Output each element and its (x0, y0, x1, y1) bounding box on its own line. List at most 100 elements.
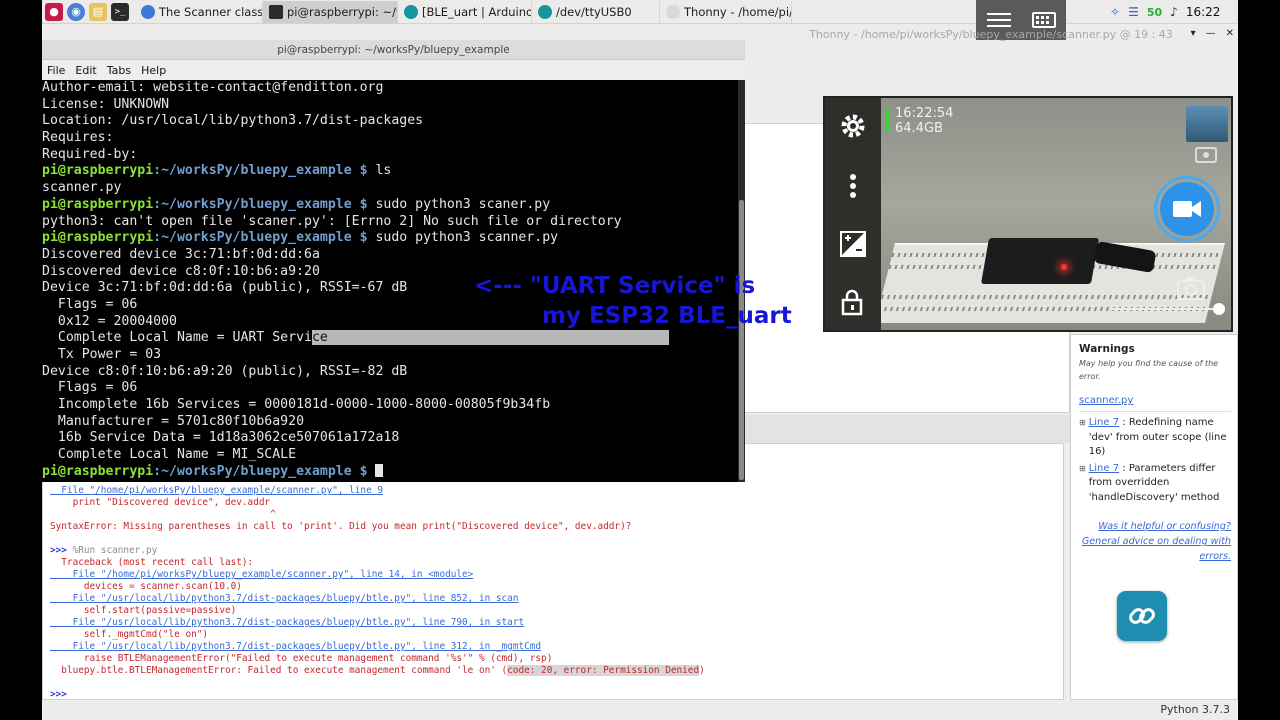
taskbar-task[interactable]: [BLE_uart | Arduino 1... (398, 0, 532, 23)
shell-prompt: >>> (50, 545, 67, 556)
chevron-down-icon[interactable]: ▾ (1191, 28, 1196, 39)
system-tray: ✧ ☰ 50 ♪ 16:22 (1110, 0, 1220, 24)
expand-icon[interactable]: ⊞ (1079, 462, 1086, 506)
taskbar-task[interactable]: The Scanner class — (135, 0, 263, 23)
traceback-file-link[interactable]: File "/usr/local/lib/python3.7/dist-pack… (50, 641, 542, 652)
taskbar-task[interactable]: pi@raspberrypi: ~/wo... (263, 0, 398, 23)
exposure-icon[interactable] (835, 226, 871, 262)
led-light (1061, 264, 1067, 270)
warnings-file-link[interactable]: scanner.py (1079, 395, 1231, 406)
error-text-tail: ) (699, 665, 705, 676)
traceback-file-link[interactable]: File "/usr/local/lib/python3.7/dist-pack… (50, 593, 519, 604)
camera-info: 16:22:54 64.4GB (885, 106, 953, 136)
terminal-title-bar[interactable]: pi@raspberrypi: ~/worksPy/bluepy_example (42, 40, 745, 60)
warning-line-link[interactable]: Line 7 (1089, 417, 1119, 428)
taskbar-task[interactable]: /dev/ttyUSB0 (532, 0, 660, 23)
output-text: scanner.py (42, 180, 122, 196)
expand-icon[interactable]: ⊞ (1079, 416, 1086, 460)
shell-line (50, 677, 1063, 689)
scrollbar-thumb[interactable] (739, 200, 744, 480)
chromium-icon (141, 4, 155, 19)
output-text: Requires: (42, 130, 114, 146)
shell-line: bluepy.btle.BTLEManagementError: Failed … (50, 665, 1063, 677)
terminal-line: Flags = 06 (42, 380, 738, 397)
esp32-board-image (980, 238, 1100, 284)
python-version[interactable]: Python 3.7.3 (1160, 703, 1230, 716)
browser-globe-icon[interactable]: ◉ (67, 2, 85, 21)
terminal-launcher-icon[interactable]: >_ (111, 2, 129, 21)
menu-item-tabs[interactable]: Tabs (107, 64, 131, 77)
advice-link[interactable]: General advice on dealing with errors. (1079, 534, 1231, 564)
thonny-shell[interactable]: File "/home/pi/worksPy/bluepy_example/sc… (42, 482, 1064, 700)
zoom-slider-handle[interactable] (1213, 303, 1225, 315)
shell-line: >>> %Run scanner.py (50, 545, 1063, 557)
error-text: Traceback (most recent call last): (50, 557, 254, 568)
prompt-path: :~/worksPy/bluepy_example $ (153, 196, 368, 212)
arduino-icon (538, 4, 552, 19)
shell-line: File "/usr/local/lib/python3.7/dist-pack… (50, 593, 1063, 605)
zoom-slider[interactable] (1111, 308, 1217, 310)
traceback-file-link[interactable]: File "/home/pi/worksPy/bluepy_example/sc… (50, 485, 383, 496)
lock-icon[interactable] (835, 284, 871, 320)
camera-overlay: 16:22:54 64.4GB (823, 96, 1233, 332)
link-app-button[interactable] (1117, 591, 1167, 641)
photo-camera-icon[interactable] (1173, 270, 1209, 306)
desktop: ● ◉ ▤ >_ The Scanner class — pi@raspberry… (42, 0, 1238, 720)
wifi-icon[interactable]: ☰ (1128, 5, 1139, 19)
shell-top-area (744, 443, 1064, 483)
feedback-link[interactable]: Was it helpful or confusing? (1079, 519, 1231, 534)
taskbar-task[interactable]: Thonny - /home/pi/... (660, 0, 792, 23)
terminal-line: Requires: (42, 130, 738, 147)
terminal-line: pi@raspberrypi:~/worksPy/bluepy_example … (42, 464, 738, 481)
file-manager-icon[interactable]: ▤ (89, 2, 107, 21)
bluetooth-icon[interactable]: ✧ (1110, 5, 1120, 19)
prompt-user: pi@raspberrypi (42, 196, 154, 212)
shell-line: ^ (50, 509, 1063, 521)
menu-item-help[interactable]: Help (141, 64, 166, 77)
warnings-subtitle: May help you find the cause of the error… (1079, 359, 1219, 381)
terminal-line: pi@raspberrypi:~/worksPy/bluepy_example … (42, 230, 738, 247)
command-text: sudo python3 scanner.py (367, 230, 559, 246)
terminal-title: pi@raspberrypi: ~/worksPy/bluepy_example (277, 43, 510, 56)
output-text: 0x12 = 20004000 (42, 313, 177, 329)
camera-storage: 64.4GB (895, 121, 943, 136)
terminal-line: Required-by: (42, 147, 738, 164)
annotation-line-1: <--- "UART Service" is (474, 273, 756, 299)
more-vertical-icon[interactable] (835, 168, 871, 204)
output-text: Discovered device 3c:71:bf:0d:dd:6a (42, 246, 320, 262)
traceback-file-link[interactable]: File "/home/pi/worksPy/bluepy_example/sc… (50, 569, 474, 580)
output-text: Author-email: website-contact@fenditton.… (42, 80, 384, 95)
terminal-line: Tx Power = 03 (42, 347, 738, 364)
settings-gear-icon[interactable] (835, 108, 871, 144)
record-button[interactable] (1154, 176, 1220, 242)
terminal-line: Manufacturer = 5701c80f10b6a920 (42, 414, 738, 431)
annotation-line-2: my ESP32 BLE_uart (542, 303, 792, 329)
volume-icon[interactable]: ♪ (1170, 5, 1178, 19)
gallery-thumbnail[interactable] (1186, 106, 1228, 142)
terminal-line: Author-email: website-contact@fenditton.… (42, 80, 738, 97)
error-text: self.start(passive=passive) (50, 605, 237, 616)
switch-camera-icon[interactable] (1188, 144, 1224, 166)
output-text: Manufacturer = 5701c80f10b6a920 (42, 413, 305, 429)
error-text: bluepy.btle.BTLEManagementError: Failed … (50, 665, 508, 676)
maximize-icon[interactable]: — (1206, 28, 1216, 39)
command-text: ls (367, 163, 392, 179)
arduino-icon (404, 4, 418, 19)
terminal-line: Device c8:0f:10:b6:a9:20 (public), RSSI=… (42, 364, 738, 381)
divider (1079, 411, 1231, 412)
menu-item-edit[interactable]: Edit (75, 64, 96, 77)
terminal-window[interactable]: pi@raspberrypi: ~/worksPy/bluepy_example… (42, 40, 745, 482)
close-icon[interactable]: ✕ (1226, 28, 1234, 39)
selection-tail (327, 330, 670, 346)
prompt-user: pi@raspberrypi (42, 230, 154, 246)
output-text: Complete Local Name = UART Servi (42, 330, 312, 346)
raspberry-menu-icon[interactable]: ● (45, 2, 63, 21)
terminal-line: python3: can't open file 'scaner.py': [E… (42, 214, 738, 231)
prompt-user: pi@raspberrypi (42, 463, 154, 479)
output-text: Discovered device c8:0f:10:b6:a9:20 (42, 263, 320, 279)
traceback-file-link[interactable]: File "/usr/local/lib/python3.7/dist-pack… (50, 617, 525, 628)
warning-line-link[interactable]: Line 7 (1089, 463, 1119, 474)
taskbar-task-label: /dev/ttyUSB0 (556, 4, 632, 19)
menu-item-file[interactable]: File (47, 64, 65, 77)
